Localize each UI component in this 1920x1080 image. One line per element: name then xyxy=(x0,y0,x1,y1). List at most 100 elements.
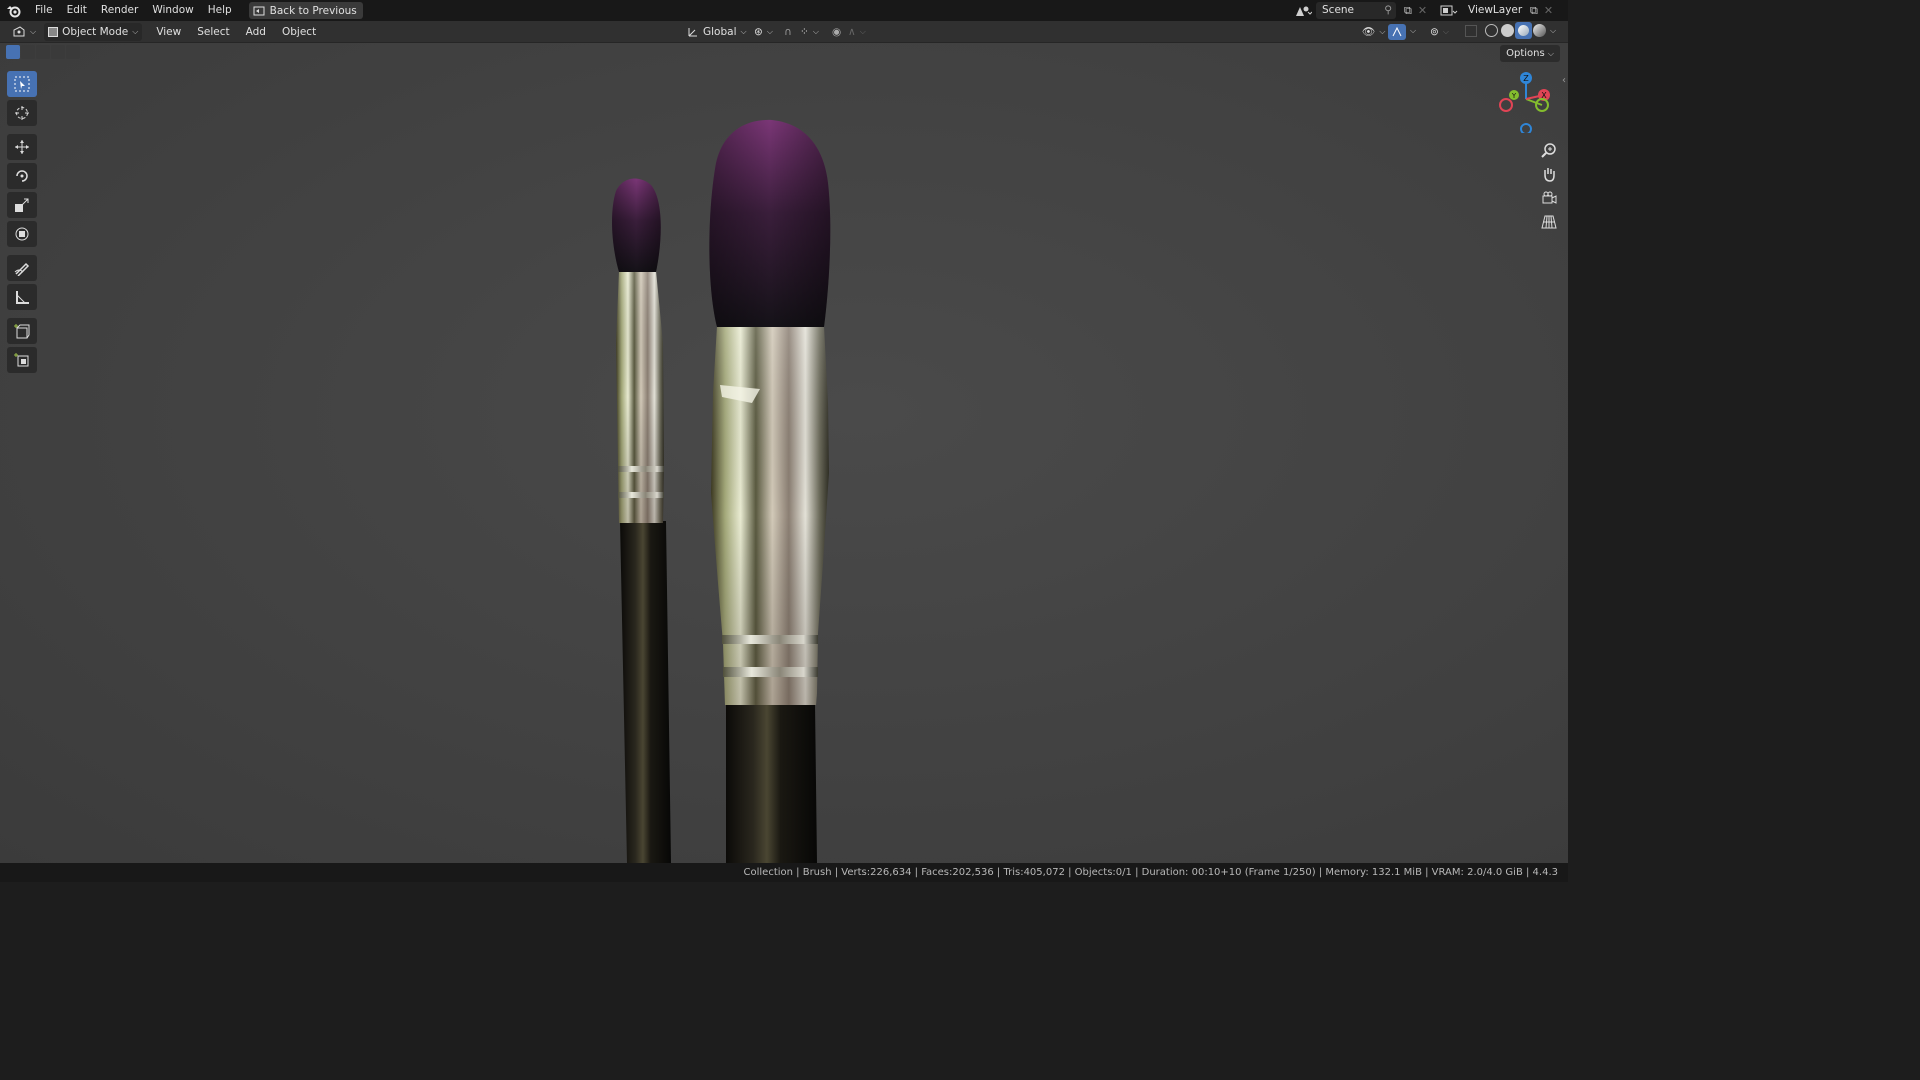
view-layer-selector[interactable]: ViewLayer ⧉ ✕ xyxy=(1440,1,1566,20)
header-menu-view[interactable]: View xyxy=(148,26,189,38)
menu-help[interactable]: Help xyxy=(201,0,239,21)
top-menu-bar: File Edit Render Window Help Back to Pre… xyxy=(0,0,1568,21)
header-menu-object[interactable]: Object xyxy=(274,26,324,38)
gizmo-chevron-down-icon[interactable]: ⌵ xyxy=(1410,26,1416,36)
view-layer-field[interactable]: ViewLayer xyxy=(1462,2,1526,19)
proportional-icon: ◉ xyxy=(832,25,842,38)
grid-perspective-icon xyxy=(1541,215,1557,229)
small-brush-ring-1 xyxy=(618,466,664,472)
menu-window[interactable]: Window xyxy=(145,0,200,21)
header-menu-add[interactable]: Add xyxy=(238,26,274,38)
view-layer-icon xyxy=(1440,5,1458,15)
pan-button[interactable] xyxy=(1537,163,1561,185)
scene-render xyxy=(612,119,831,863)
mode-dropdown[interactable]: Object Mode ⌵ xyxy=(44,22,143,41)
status-bar: Collection | Brush | Verts:226,634 | Fac… xyxy=(0,863,1568,882)
scene-name: Scene xyxy=(1322,4,1355,16)
scene-name-field[interactable]: Scene ⚲ xyxy=(1316,2,1396,19)
options-dropdown[interactable]: Options ⌵ xyxy=(1500,45,1560,62)
pivot-point-dropdown[interactable]: ⊛ ⌵ xyxy=(750,23,777,41)
scene-selector[interactable]: Scene ⚲ ⧉ ✕ xyxy=(1294,1,1432,20)
large-brush-ring-2 xyxy=(723,667,818,677)
measure-ruler-icon xyxy=(16,291,29,304)
small-brush[interactable] xyxy=(612,178,671,863)
navigation-gizmo[interactable]: Z X Y xyxy=(1498,69,1558,135)
tool-move[interactable] xyxy=(7,134,37,160)
add-primitive-icon xyxy=(14,353,29,367)
shading-wireframe-button[interactable] xyxy=(1485,24,1498,37)
blender-logo-icon[interactable] xyxy=(0,0,28,21)
xray-toggle[interactable] xyxy=(1465,25,1477,37)
header-menu-select[interactable]: Select xyxy=(189,26,237,38)
select-new-button[interactable] xyxy=(6,45,20,59)
menu-render[interactable]: Render xyxy=(94,0,145,21)
tool-shelf xyxy=(7,71,37,376)
camera-icon xyxy=(1542,191,1557,204)
camera-view-button[interactable] xyxy=(1537,187,1561,209)
sidebar-collapse-icon[interactable]: ‹ xyxy=(1562,75,1566,86)
gizmo-icon xyxy=(1392,26,1402,36)
cursor-icon xyxy=(15,106,29,120)
proportional-editing-toggle[interactable]: ◉ xyxy=(828,23,845,41)
chevron-down-icon: ⌵ xyxy=(740,26,747,36)
transform-orientation-dropdown[interactable]: Global ⌵ xyxy=(683,23,751,41)
shading-rendered-button[interactable] xyxy=(1533,24,1546,37)
back-to-previous-button[interactable]: Back to Previous xyxy=(248,2,363,19)
tool-scale[interactable] xyxy=(7,192,37,218)
new-view-layer-icon[interactable]: ⧉ xyxy=(1530,4,1538,18)
rotate-icon xyxy=(16,170,28,182)
small-brush-ring-2 xyxy=(618,492,664,498)
tool-add-primitive[interactable] xyxy=(7,347,37,373)
tool-cursor[interactable] xyxy=(7,100,37,126)
tool-measure[interactable] xyxy=(7,284,37,310)
menu-file[interactable]: File xyxy=(28,0,60,21)
snap-toggle[interactable]: ∩ xyxy=(780,23,796,41)
3d-viewport[interactable]: Options ⌵ Z X Y ‹ xyxy=(0,43,1568,863)
zoom-button[interactable] xyxy=(1537,139,1561,161)
select-intersect-button[interactable] xyxy=(66,45,80,59)
axis-gizmo-icon: Z X Y xyxy=(1499,72,1550,135)
select-difference-button[interactable] xyxy=(51,45,65,59)
shading-solid-button[interactable] xyxy=(1501,24,1514,37)
back-screen-icon xyxy=(253,6,265,15)
tool-annotate[interactable] xyxy=(7,255,37,281)
chevron-down-icon: ⌵ xyxy=(859,26,866,36)
chevron-down-icon: ⌵ xyxy=(132,26,139,36)
shading-chevron-down-icon[interactable]: ⌵ xyxy=(1550,26,1556,36)
delete-view-layer-icon[interactable]: ✕ xyxy=(1544,4,1553,17)
large-brush[interactable] xyxy=(709,119,831,863)
menu-edit[interactable]: Edit xyxy=(60,0,94,21)
large-brush-ring-1 xyxy=(722,635,818,644)
zoom-magnifier-icon xyxy=(1541,143,1556,158)
select-extend-button[interactable] xyxy=(21,45,35,59)
overlays-toggle[interactable]: ⊚ ⌵ xyxy=(1426,23,1453,41)
chevron-down-icon: ⌵ xyxy=(812,26,819,36)
shading-material-button[interactable] xyxy=(1515,22,1532,39)
overlays-icon: ⊚ xyxy=(1430,25,1439,38)
orientation-label: Global xyxy=(703,25,737,38)
visibility-dropdown[interactable]: 👁 ⌵ xyxy=(1358,23,1389,41)
gizmo-toggle[interactable] xyxy=(1388,23,1406,40)
editor-type-dropdown[interactable]: ⌵ xyxy=(8,23,40,41)
tool-rotate[interactable] xyxy=(7,163,37,189)
delete-scene-icon[interactable]: ✕ xyxy=(1418,4,1427,17)
select-subtract-button[interactable] xyxy=(36,45,50,59)
pan-hand-icon xyxy=(1544,168,1555,182)
chevron-down-icon: ⌵ xyxy=(1379,26,1386,36)
mode-label: Object Mode xyxy=(62,25,129,38)
small-brush-handle xyxy=(620,521,671,863)
chevron-down-icon: ⌵ xyxy=(30,26,37,36)
perspective-toggle-button[interactable] xyxy=(1537,211,1561,233)
gizmo-y-label: Y xyxy=(1511,92,1517,100)
pin-icon[interactable]: ⚲ xyxy=(1384,2,1392,19)
tool-select-box[interactable] xyxy=(7,71,37,97)
new-scene-icon[interactable]: ⧉ xyxy=(1404,4,1412,18)
gizmo-z-label: Z xyxy=(1523,74,1529,83)
falloff-dropdown[interactable]: ∧ ⌵ xyxy=(844,23,870,41)
tool-transform[interactable] xyxy=(7,221,37,247)
snap-target-dropdown[interactable]: ⁘ ⌵ xyxy=(796,23,823,41)
back-to-previous-label: Back to Previous xyxy=(269,4,357,17)
chevron-down-icon: ⌵ xyxy=(1442,26,1449,36)
tool-add-cube[interactable] xyxy=(7,318,37,344)
add-cube-icon xyxy=(14,324,30,339)
